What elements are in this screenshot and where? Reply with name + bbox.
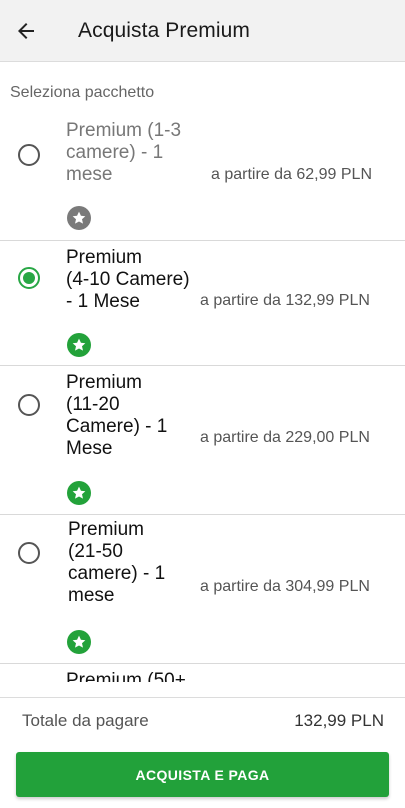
- section-label: Seleziona pacchetto: [10, 84, 155, 101]
- package-price: a partire da 229,00 PLN: [200, 429, 370, 446]
- back-button[interactable]: [2, 7, 50, 55]
- buy-and-pay-button[interactable]: ACQUISTA E PAGA: [16, 752, 389, 797]
- arrow-left-icon: [18, 22, 34, 39]
- package-item[interactable]: Premium (4-10 Camere) - 1 Mese a partire…: [0, 241, 405, 366]
- star-icon: [67, 206, 91, 230]
- total-value: 132,99 PLN: [294, 711, 384, 730]
- package-price: a partire da 132,99 PLN: [200, 292, 370, 309]
- radio-button[interactable]: [18, 144, 40, 166]
- radio-button[interactable]: [18, 542, 40, 564]
- package-price: a partire da 304,99 PLN: [200, 578, 370, 595]
- total-label: Totale da pagare: [22, 711, 149, 730]
- radio-button[interactable]: [18, 394, 40, 416]
- package-item[interactable]: Premium (11-20 Camere) - 1 Mese a partir…: [0, 366, 405, 515]
- star-icon: [67, 630, 91, 654]
- package-item[interactable]: Premium (21-50 camere) - 1 mese a partir…: [0, 515, 405, 664]
- package-name: Premium (21-50 camere) - 1 mese: [68, 519, 166, 606]
- package-name: Premium (50+: [66, 670, 186, 682]
- package-price: a partire da 62,99 PLN: [211, 166, 372, 183]
- package-item[interactable]: Premium (50+: [0, 664, 405, 682]
- package-item[interactable]: Premium (1-3 camere) - 1 mese a partire …: [0, 112, 405, 241]
- package-name: Premium (1-3 camere) - 1 mese: [66, 120, 182, 185]
- app-bar: Acquista Premium: [0, 0, 405, 62]
- star-icon: [67, 481, 91, 505]
- package-list[interactable]: Premium (1-3 camere) - 1 mese a partire …: [0, 112, 405, 682]
- radio-button-checked[interactable]: [18, 267, 40, 289]
- footer-divider: [0, 697, 405, 698]
- package-name: Premium (11-20 Camere) - 1 Mese: [66, 372, 168, 459]
- page-title: Acquista Premium: [78, 18, 250, 42]
- package-name: Premium (4-10 Camere) - 1 Mese: [66, 247, 190, 312]
- star-icon: [67, 333, 91, 357]
